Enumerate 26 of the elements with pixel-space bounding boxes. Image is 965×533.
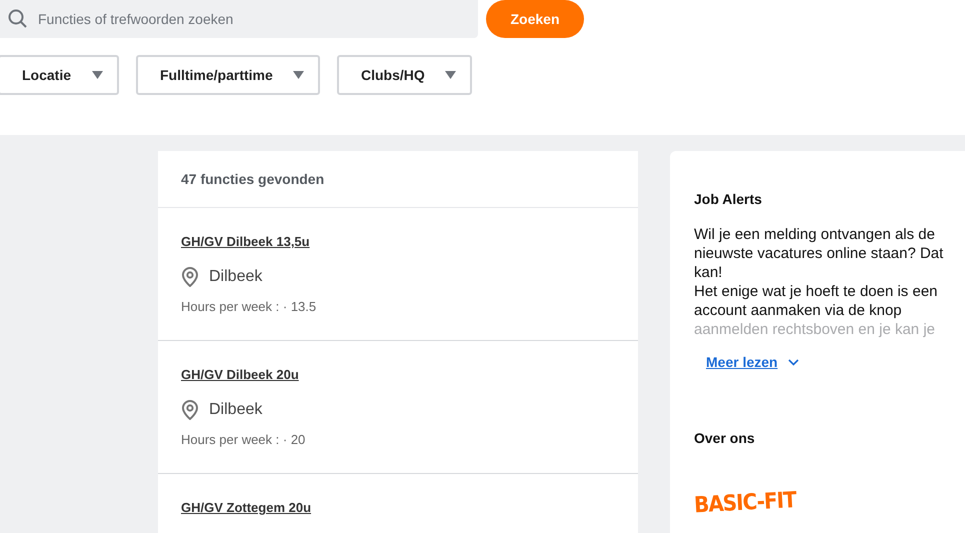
section-heading: Job Alerts — [694, 191, 763, 207]
chevron-down-icon — [788, 358, 799, 366]
faded-text: aanmelden rechtsboven en je kan je — [694, 320, 936, 339]
job-hours: Hours per week : · 20 — [181, 432, 306, 447]
job-location: Dilbeek — [209, 401, 262, 419]
job-alerts-text: Het enige wat je hoeft te doen is een account aanmaken via de knop — [694, 282, 939, 320]
job-title-link[interactable]: GH/GV Dilbeek 13,5u — [181, 234, 310, 249]
results-count: 47 functies gevonden — [158, 151, 638, 208]
job-location: Dilbeek — [209, 268, 262, 286]
caret-icon — [293, 71, 304, 79]
filter-dropdown[interactable]: Clubs/HQ — [337, 55, 472, 95]
job-title-link[interactable]: GH/GV Dilbeek 20u — [181, 367, 299, 382]
read-more-link[interactable]: Meer lezen — [706, 354, 799, 370]
job-hours: Hours per week : · 13.5 — [181, 299, 318, 314]
caret-icon — [92, 71, 103, 79]
search-icon — [8, 9, 28, 29]
caret-icon — [445, 71, 456, 79]
location-pin-icon — [181, 400, 199, 420]
filter-dropdown[interactable]: Locatie — [0, 55, 119, 95]
job-title-link[interactable]: GH/GV Zottegem 20u — [181, 500, 312, 515]
job-alerts-text: Wil je een melding ontvangen als de nieuwste vacatures online staan? Dat kan! — [694, 225, 944, 282]
location-pin-icon — [181, 267, 199, 287]
brand-logo: BASIC-FIT — [693, 486, 796, 518]
section-heading: Over ons — [694, 430, 756, 446]
filter-dropdown[interactable]: Fulltime/parttime — [136, 55, 320, 95]
search-field[interactable]: Functies of trefwoorden zoeken — [0, 0, 478, 38]
